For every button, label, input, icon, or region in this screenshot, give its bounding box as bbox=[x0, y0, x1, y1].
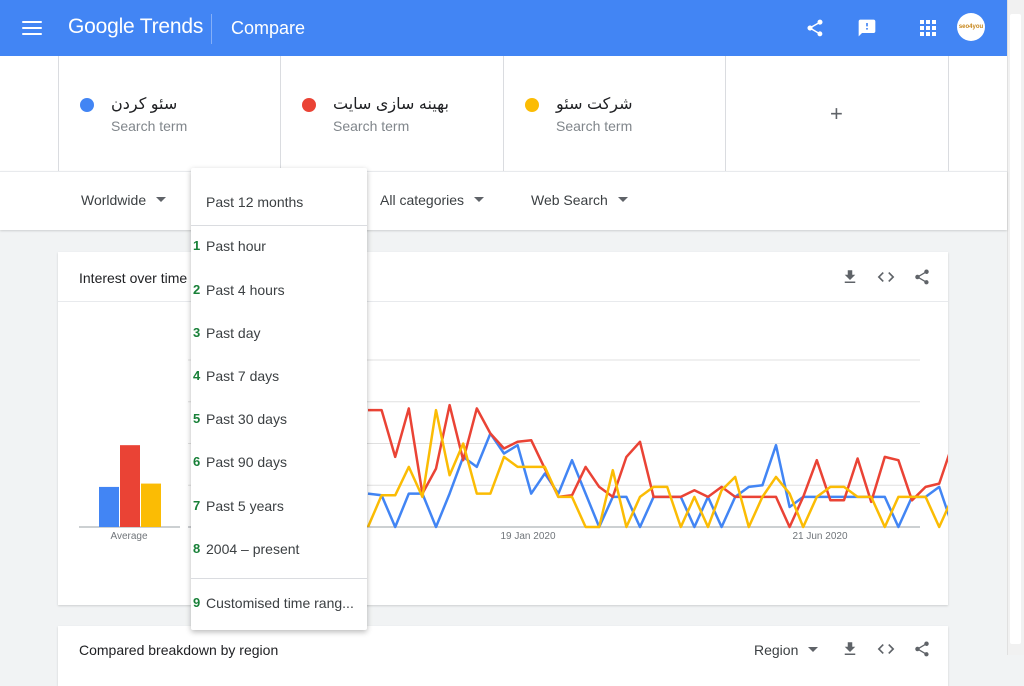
header-divider bbox=[211, 14, 212, 44]
search-terms-row: سئو کردن Search term بهینه سازی سایت Sea… bbox=[0, 56, 1007, 171]
avatar-text: seo4you bbox=[958, 24, 984, 30]
search-term-type: Search term bbox=[111, 118, 188, 134]
option-label: Past 30 days bbox=[206, 411, 287, 427]
card-title: Compared breakdown by region bbox=[79, 642, 279, 658]
search-term-card-1[interactable]: سئو کردن Search term bbox=[58, 56, 281, 171]
average-bars bbox=[79, 445, 180, 528]
option-index: 2 bbox=[193, 282, 201, 297]
time-range-option[interactable]: 7 Past 5 years bbox=[191, 492, 367, 522]
apps-icon[interactable] bbox=[916, 16, 940, 40]
share-icon[interactable] bbox=[911, 266, 933, 288]
average-bar bbox=[99, 486, 119, 527]
plus-icon[interactable]: + bbox=[830, 101, 843, 127]
time-range-option[interactable]: 4 Past 7 days bbox=[191, 362, 367, 392]
x-axis-label: 19 Jan 2020 bbox=[500, 531, 555, 542]
x-axis-label: 21 Jun 2020 bbox=[792, 531, 847, 542]
search-term-type: Search term bbox=[333, 118, 410, 134]
chart-series bbox=[366, 403, 948, 529]
share-icon[interactable] bbox=[911, 638, 933, 660]
google-trends-logo[interactable]: Google Trends bbox=[68, 15, 203, 39]
embed-icon[interactable] bbox=[875, 266, 897, 288]
time-range-option[interactable]: 5 Past 30 days bbox=[191, 405, 367, 435]
term-color-dot bbox=[80, 98, 94, 112]
region-filter-label: Worldwide bbox=[81, 192, 147, 208]
term-color-dot bbox=[525, 98, 539, 112]
caret-down-icon bbox=[474, 196, 485, 202]
search-term-name: بهینه سازی سایت bbox=[333, 96, 449, 113]
option-label: 2004 – present bbox=[206, 541, 300, 557]
option-index: 7 bbox=[193, 498, 201, 513]
time-range-option[interactable]: 6 Past 90 days bbox=[191, 448, 367, 478]
search-term-name: سئو کردن bbox=[111, 96, 178, 113]
download-icon[interactable] bbox=[839, 266, 861, 288]
account-avatar[interactable]: seo4you bbox=[957, 13, 985, 41]
series-line bbox=[367, 432, 948, 529]
add-term-card[interactable]: + bbox=[725, 56, 949, 171]
option-label: Customised time rang... bbox=[206, 595, 354, 611]
average-label: Average bbox=[110, 531, 148, 542]
property-filter[interactable]: Web Search bbox=[531, 192, 628, 208]
search-term-card-3[interactable]: شرکت سئو Search term bbox=[503, 56, 726, 171]
dropdown-divider bbox=[191, 578, 367, 579]
option-index: 6 bbox=[193, 454, 201, 469]
caret-down-icon bbox=[617, 196, 628, 202]
card-title: Interest over time bbox=[79, 270, 188, 286]
option-index: 4 bbox=[193, 368, 201, 383]
option-index: 1 bbox=[193, 238, 201, 253]
page-title: Compare bbox=[231, 18, 306, 38]
option-label: Past day bbox=[206, 325, 261, 341]
category-filter-label: All categories bbox=[380, 192, 465, 208]
search-term-name: شرکت سئو bbox=[556, 96, 633, 113]
dropdown-divider bbox=[191, 225, 367, 226]
top-bar: Google Trends Compare seo4you bbox=[0, 0, 1007, 56]
menu-icon[interactable] bbox=[22, 18, 42, 38]
download-icon[interactable] bbox=[839, 638, 861, 660]
search-term-type: Search term bbox=[556, 118, 633, 134]
embed-icon[interactable] bbox=[875, 638, 897, 660]
property-filter-label: Web Search bbox=[531, 192, 608, 208]
option-index: 3 bbox=[193, 325, 201, 340]
average-bar bbox=[120, 445, 140, 527]
option-index: 8 bbox=[193, 541, 201, 556]
time-range-option[interactable]: 2 Past 4 hours bbox=[191, 276, 367, 306]
category-filter[interactable]: All categories bbox=[380, 192, 485, 208]
option-label: Past 4 hours bbox=[206, 282, 285, 298]
feedback-icon[interactable] bbox=[855, 16, 879, 40]
region-select[interactable]: Region bbox=[754, 642, 819, 658]
region-breakdown-card: Compared breakdown by region Region bbox=[58, 626, 948, 686]
time-range-option[interactable]: 1 Past hour bbox=[191, 232, 367, 262]
time-range-dropdown: Past 12 months 1 Past hour 2 Past 4 hours 3 P… bbox=[191, 168, 367, 630]
search-term-card-2[interactable]: بهینه سازی سایت Search term bbox=[280, 56, 504, 171]
option-label: Past hour bbox=[206, 238, 266, 254]
caret-down-icon bbox=[808, 646, 819, 652]
share-icon[interactable] bbox=[803, 16, 827, 40]
time-range-option[interactable]: 3 Past day bbox=[191, 319, 367, 349]
scrollbar-thumb[interactable] bbox=[1010, 14, 1021, 644]
option-label: Past 7 days bbox=[206, 368, 280, 384]
option-label: Past 5 years bbox=[206, 498, 284, 514]
time-range-option[interactable]: 9 Customised time rang... bbox=[191, 589, 367, 619]
region-filter[interactable]: Worldwide bbox=[81, 192, 167, 208]
term-color-dot bbox=[302, 98, 316, 112]
time-range-option[interactable]: 8 2004 – present bbox=[191, 535, 367, 565]
option-label: Past 90 days bbox=[206, 454, 287, 470]
time-range-selected[interactable]: Past 12 months bbox=[206, 194, 303, 210]
region-select-label: Region bbox=[754, 642, 799, 658]
caret-down-icon bbox=[156, 196, 167, 202]
option-index: 9 bbox=[193, 595, 201, 610]
average-bar bbox=[141, 483, 161, 527]
series-line bbox=[368, 403, 948, 529]
filters-row: Worldwide All categories Web Search bbox=[0, 171, 1007, 230]
option-index: 5 bbox=[193, 411, 201, 426]
